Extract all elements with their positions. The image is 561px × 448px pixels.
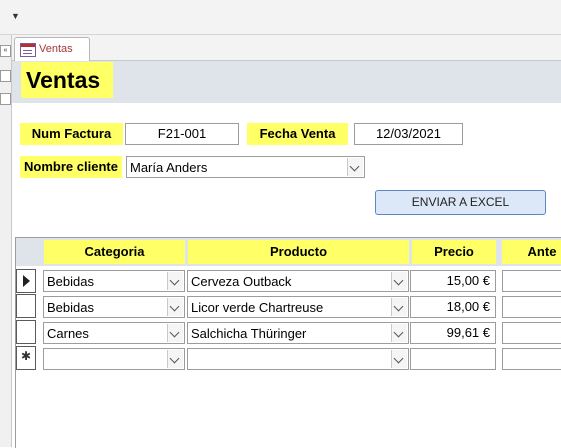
nav-item-icon[interactable]	[0, 93, 11, 105]
categoria-value: Bebidas	[47, 274, 94, 289]
ante-field-new[interactable]	[502, 348, 561, 370]
dropdown-arrow-icon[interactable]	[391, 272, 407, 290]
record-selector[interactable]	[16, 294, 36, 318]
dropdown-arrow-icon[interactable]	[167, 272, 183, 290]
nav-item-icon[interactable]	[0, 70, 11, 82]
record-selector-current-icon[interactable]	[16, 269, 36, 293]
ante-field[interactable]: 14	[502, 322, 561, 344]
producto-value: Cerveza Outback	[191, 274, 292, 289]
producto-combo[interactable]: Salchicha Thüringer	[187, 322, 409, 344]
nav-expand-icon[interactable]: «	[0, 45, 11, 57]
producto-combo-new[interactable]	[187, 348, 409, 370]
nombre-cliente-label: Nombre cliente	[20, 156, 122, 178]
ante-field[interactable]: 11	[502, 270, 561, 292]
subform-header: Categoria Producto Precio Ante	[16, 238, 561, 266]
categoria-value: Carnes	[47, 326, 89, 341]
precio-field-new[interactable]	[410, 348, 496, 370]
enviar-a-excel-button[interactable]: ENVIAR A EXCEL	[375, 190, 546, 215]
producto-value: Licor verde Chartreuse	[191, 300, 324, 315]
form-icon	[20, 43, 36, 57]
producto-value: Salchicha Thüringer	[191, 326, 307, 341]
column-header-precio: Precio	[412, 240, 496, 264]
precio-field[interactable]: 99,61 €	[410, 322, 496, 344]
tab-label: Ventas	[39, 43, 73, 55]
navigation-pane-collapsed[interactable]: «	[0, 35, 12, 447]
categoria-combo[interactable]: Bebidas	[43, 296, 185, 318]
document-tab-bar: Ventas	[12, 35, 561, 61]
tab-ventas[interactable]: Ventas	[14, 37, 90, 61]
record-selector[interactable]	[16, 320, 36, 344]
categoria-combo[interactable]: Bebidas	[43, 270, 185, 292]
dropdown-arrow-icon[interactable]	[167, 298, 183, 316]
dropdown-arrow-icon[interactable]	[391, 324, 407, 342]
categoria-combo[interactable]: Carnes	[43, 322, 185, 344]
form-title: Ventas	[21, 62, 113, 98]
nombre-cliente-combo[interactable]: María Anders	[126, 156, 365, 178]
categoria-combo-new[interactable]	[43, 348, 185, 370]
num-factura-field[interactable]: F21-001	[125, 123, 239, 145]
num-factura-label: Num Factura	[20, 123, 123, 145]
detail-subform: Categoria Producto Precio Ante Bebidas C…	[15, 237, 561, 448]
producto-combo[interactable]: Licor verde Chartreuse	[187, 296, 409, 318]
new-record-icon[interactable]	[16, 346, 36, 370]
dropdown-arrow-icon[interactable]	[167, 350, 183, 368]
categoria-value: Bebidas	[47, 300, 94, 315]
precio-field[interactable]: 15,00 €	[410, 270, 496, 292]
column-header-categoria: Categoria	[44, 240, 185, 264]
column-header-ante: Ante	[502, 240, 561, 264]
fecha-venta-label: Fecha Venta	[247, 123, 348, 145]
nombre-cliente-value: María Anders	[130, 160, 208, 175]
dropdown-arrow-icon[interactable]	[167, 324, 183, 342]
quick-access-toolbar: ▼	[0, 0, 561, 35]
dropdown-arrow-icon[interactable]	[347, 158, 363, 176]
producto-combo[interactable]: Cerveza Outback	[187, 270, 409, 292]
ante-field[interactable]: 69	[502, 296, 561, 318]
column-header-producto: Producto	[188, 240, 409, 264]
dropdown-arrow-icon[interactable]	[391, 298, 407, 316]
precio-field[interactable]: 18,00 €	[410, 296, 496, 318]
customize-toolbar-icon[interactable]: ▼	[11, 11, 20, 21]
dropdown-arrow-icon[interactable]	[391, 350, 407, 368]
fecha-venta-field[interactable]: 12/03/2021	[354, 123, 463, 145]
